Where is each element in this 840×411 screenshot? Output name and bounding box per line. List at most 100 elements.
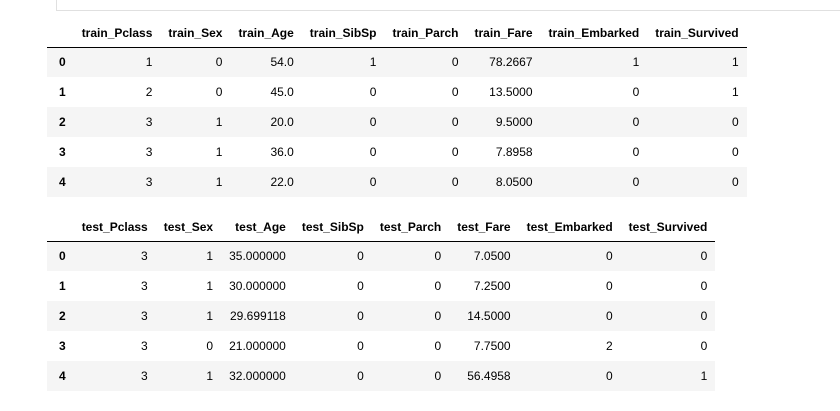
table-cell: 14.5000 (467, 309, 511, 323)
table-cell: 0 (605, 309, 613, 323)
row-index: 2 (59, 115, 66, 129)
header-row: test_Pclass test_Sex test_Age test_SibSp… (47, 213, 716, 242)
table-cell: 22.0 (270, 175, 294, 189)
table-cell: 1 (700, 369, 708, 383)
table-cell: 0 (357, 339, 364, 353)
table-cell: 1 (632, 55, 640, 70)
table-cell: 1 (215, 145, 223, 159)
table-cell: 0 (700, 339, 708, 353)
table-cell: 0 (434, 369, 442, 383)
table-cell: 35.000000 (229, 249, 286, 264)
table-cell: 7.7500 (473, 339, 511, 353)
table-row: 1 3 1 30.000000 0 0 7.2500 0 0 (47, 271, 716, 301)
table-cell: 1 (206, 279, 214, 293)
table-cell: 0 (357, 249, 364, 264)
column-header: test_Fare (449, 213, 519, 242)
train-dataframe: train_Pclass train_Sex train_Age train_S… (47, 19, 747, 197)
table-cell: 0 (369, 145, 377, 159)
table-cell: 0 (434, 249, 442, 264)
table-cell: 0 (731, 175, 739, 189)
table-row: 2 3 1 20.0 0 0 9.5000 0 0 (47, 107, 747, 137)
table-cell: 0 (731, 115, 739, 129)
table-cell: 0 (632, 175, 640, 189)
table-cell: 0 (206, 339, 214, 353)
table-cell: 9.5000 (495, 115, 533, 129)
table-cell: 0 (369, 85, 377, 99)
column-header: train_Pclass (73, 19, 161, 48)
table-cell: 0 (605, 249, 613, 264)
table-cell: 1 (206, 249, 214, 264)
table-row: 3 3 0 21.000000 0 0 7.7500 2 0 (47, 331, 716, 361)
table-cell: 1 (731, 85, 739, 99)
table-cell: 2 (605, 339, 613, 353)
column-header: train_Embarked (540, 19, 648, 48)
column-header: train_SibSp (301, 19, 385, 48)
table-cell: 1 (215, 115, 223, 129)
table-cell: 0 (451, 145, 459, 159)
table-cell: 0 (605, 369, 613, 383)
column-header: test_Survived (620, 213, 716, 242)
table-row: 3 3 1 36.0 0 0 7.8958 0 0 (47, 137, 747, 167)
index-header (47, 19, 74, 48)
row-index: 1 (59, 85, 66, 99)
table-cell: 0 (700, 309, 708, 323)
table-cell: 3 (141, 279, 148, 293)
table-cell: 1 (369, 55, 377, 70)
table-cell: 54.0 (270, 55, 294, 70)
test-dataframe: test_Pclass test_Sex test_Age test_SibSp… (47, 213, 716, 391)
header-row: train_Pclass train_Sex train_Age train_S… (47, 19, 747, 48)
table-cell: 0 (632, 145, 640, 159)
row-index: 2 (59, 309, 66, 323)
table-cell: 3 (141, 249, 148, 264)
table-cell: 3 (145, 175, 153, 189)
table-cell: 1 (206, 369, 214, 383)
column-header: train_Age (230, 19, 302, 48)
table-cell: 7.8958 (495, 145, 533, 159)
table-cell: 1 (206, 309, 214, 323)
table-cell: 0 (605, 279, 613, 293)
table-cell: 7.0500 (473, 249, 511, 264)
table-cell: 0 (369, 175, 377, 189)
column-header: train_Parch (384, 19, 467, 48)
table-cell: 21.000000 (229, 339, 286, 353)
column-header: test_Pclass (73, 213, 156, 242)
row-index: 4 (59, 175, 66, 189)
column-header: train_Sex (160, 19, 231, 48)
table-cell: 0 (700, 249, 708, 264)
table-cell: 0 (451, 85, 459, 99)
table-cell: 3 (141, 309, 148, 323)
column-header: test_Parch (371, 213, 450, 242)
table-cell: 0 (451, 55, 459, 70)
table-cell: 7.2500 (473, 279, 511, 293)
column-header: test_Sex (155, 213, 222, 242)
table-cell: 0 (451, 115, 459, 129)
table-row: 0 3 1 35.000000 0 0 7.0500 0 0 (47, 241, 716, 271)
table-cell: 3 (141, 339, 148, 353)
table-cell: 3 (145, 145, 153, 159)
previous-cell-border (56, 0, 840, 11)
table-cell: 8.0500 (495, 175, 533, 189)
table-cell: 0 (731, 145, 739, 159)
table-cell: 30.000000 (229, 279, 286, 293)
table-cell: 20.0 (270, 115, 294, 129)
table-cell: 0 (434, 309, 442, 323)
table-cell: 56.4958 (467, 369, 511, 383)
table-cell: 32.000000 (229, 369, 286, 383)
column-header: test_SibSp (293, 213, 372, 242)
table-cell: 0 (434, 339, 442, 353)
table-row: 0 1 0 54.0 1 0 78.2667 1 1 (47, 47, 747, 77)
table-row: 1 2 0 45.0 0 0 13.5000 0 1 (47, 77, 747, 107)
table-row: 4 3 1 32.000000 0 0 56.4958 0 1 (47, 361, 716, 391)
table-cell: 13.5000 (489, 85, 533, 99)
column-header: test_Embarked (518, 213, 621, 242)
table-cell: 0 (357, 279, 364, 293)
table-cell: 0 (434, 279, 442, 293)
table-cell: 3 (145, 115, 153, 129)
table-cell: 0 (369, 115, 377, 129)
column-header: test_Age (221, 213, 294, 242)
index-header (47, 213, 74, 242)
table-cell: 45.0 (270, 85, 294, 99)
row-index: 0 (59, 249, 66, 264)
column-header: train_Survived (647, 19, 747, 48)
table-cell: 78.2667 (489, 55, 533, 70)
